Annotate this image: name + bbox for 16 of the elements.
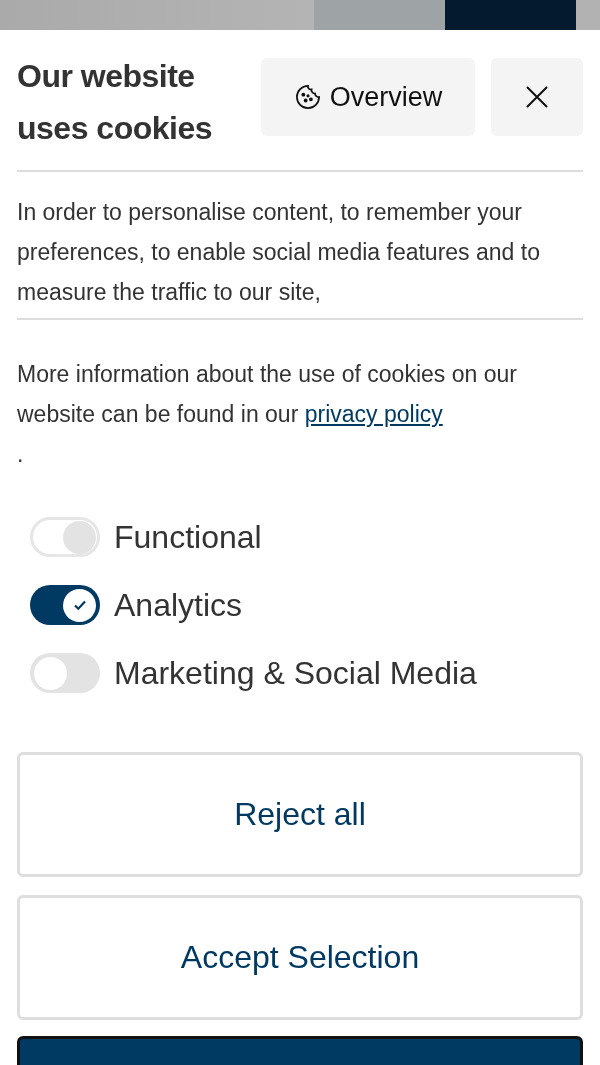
- toggle-switch[interactable]: [30, 585, 100, 625]
- toggle-label: Functional: [114, 518, 262, 556]
- overview-button[interactable]: Overview: [261, 58, 475, 136]
- close-button[interactable]: [491, 58, 583, 136]
- info-text: More information about the use of cookies on our website can be found in our privacy policy .: [17, 360, 518, 469]
- primary-button[interactable]: [17, 1036, 583, 1065]
- privacy-policy-link[interactable]: privacy policy: [304, 401, 443, 427]
- toggle-label: Marketing & Social Media: [114, 654, 477, 692]
- intro-text: In order to personalise content, to remember your preferences, to enable social media features and to measure the traffic to our site,: [17, 172, 583, 320]
- cookie-icon: [293, 83, 322, 111]
- action-button[interactable]: Reject all: [17, 752, 583, 877]
- close-icon: [525, 85, 549, 109]
- toggle-switch[interactable]: [30, 653, 100, 693]
- toggle-label: Analytics: [114, 586, 243, 624]
- dialog-title: Our website uses cookies: [17, 57, 213, 148]
- action-button[interactable]: Accept Selection: [17, 895, 583, 1020]
